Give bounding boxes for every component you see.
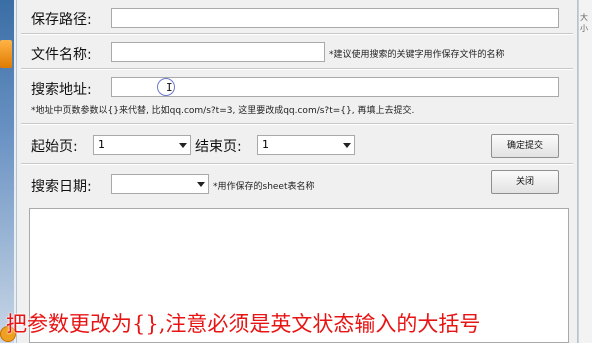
search-date-hint: *用作保存的sheet表名称 [213, 182, 315, 192]
file-name-input[interactable] [111, 42, 325, 62]
save-path-input[interactable] [111, 8, 559, 28]
desktop-background-left [0, 0, 14, 343]
crawler-form-window: 保存路径: 文件名称: *建议使用搜索的关键字用作保存文件的名称 搜索地址: *… [16, 0, 578, 343]
separator [21, 123, 573, 125]
separator [21, 163, 573, 165]
search-url-input[interactable] [111, 77, 559, 97]
start-page-select[interactable]: 1 [93, 135, 191, 155]
save-path-label: 保存路径: [31, 12, 92, 28]
file-name-label: 文件名称: [31, 47, 92, 63]
end-page-label: 结束页: [195, 139, 242, 155]
chevron-down-icon[interactable] [343, 143, 351, 148]
video-caption: 把参数更改为{},注意必须是英文状态输入的大括号 [6, 312, 481, 336]
search-url-hint: *地址中页数参数以{}来代替, 比如qq.com/s?t=3, 这里要改成qq.… [31, 106, 415, 116]
start-page-value: 1 [98, 138, 105, 151]
separator [21, 68, 573, 70]
separator [21, 33, 573, 35]
chevron-down-icon[interactable] [179, 143, 187, 148]
submit-button[interactable]: 确定提交 [491, 134, 559, 158]
file-name-hint: *建议使用搜索的关键字用作保存文件的名称 [329, 50, 505, 60]
end-page-select[interactable]: 1 [257, 135, 355, 155]
close-button[interactable]: 关闭 [491, 170, 559, 194]
background-window-right: 大小 [578, 0, 592, 343]
end-page-value: 1 [262, 138, 269, 151]
start-page-label: 起始页: [31, 139, 78, 155]
search-date-select[interactable] [111, 174, 209, 194]
chevron-down-icon[interactable] [197, 182, 205, 187]
background-window-text: 大小 [580, 13, 588, 33]
search-url-label: 搜索地址: [31, 82, 92, 98]
text-cursor-icon: I [166, 81, 173, 94]
desktop-app-icon[interactable] [0, 40, 12, 68]
search-date-label: 搜索日期: [31, 179, 92, 195]
